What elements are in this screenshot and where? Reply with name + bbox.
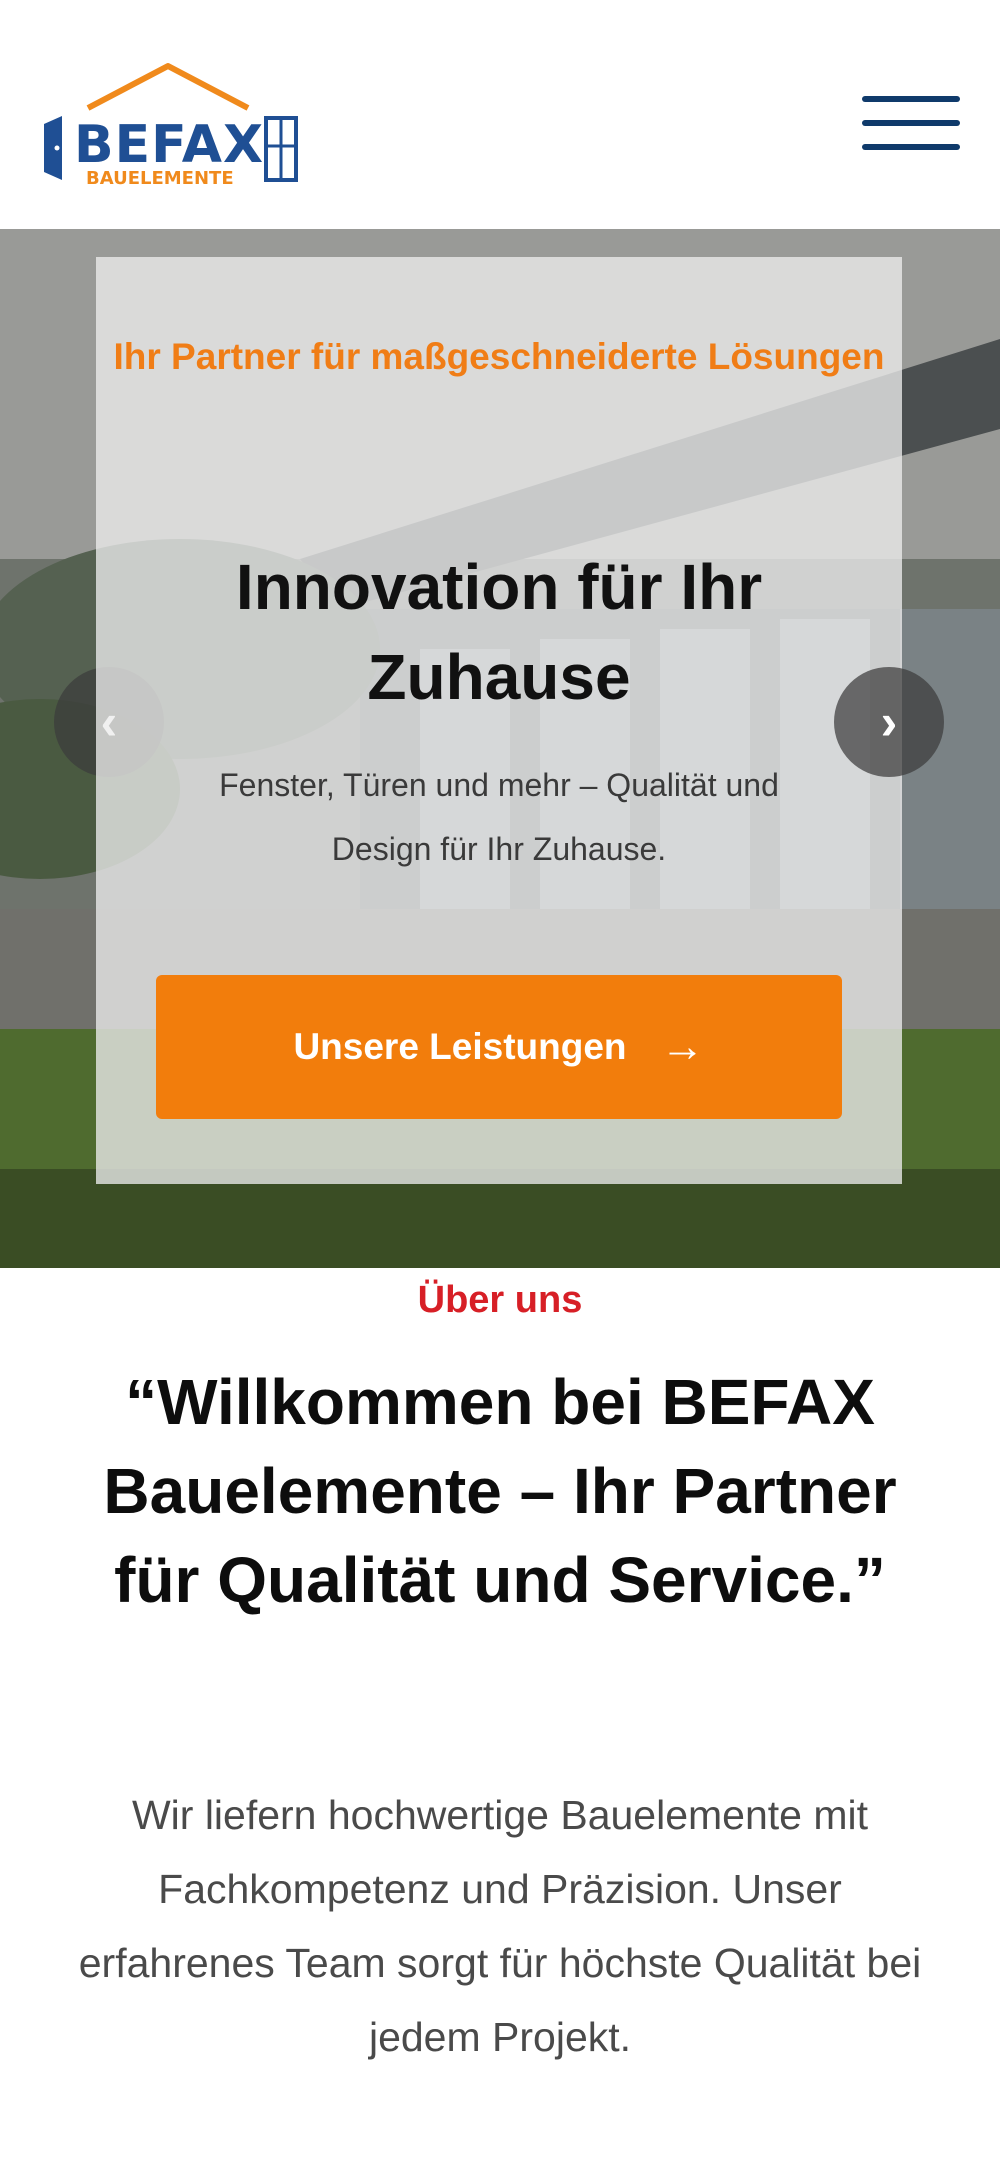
about-title: “Willkommen bei BEFAX Bauelemente – Ihr … [103,1366,897,1616]
hero-subtitle: Fenster, Türen und mehr – Qualität und D… [219,767,779,867]
services-button[interactable]: Unsere Leistungen → [156,975,842,1119]
hero-title: Innovation für Ihr Zuhause [235,551,763,713]
services-button-label: Unsere Leistungen [293,1026,627,1067]
hero-content-panel: Ihr Partner für maßgeschneiderte Lösunge… [96,257,902,1184]
site-header: BEFAX BAUELEMENTE [0,0,1000,229]
chevron-right-icon[interactable]: › [834,667,944,777]
befax-logo[interactable]: BEFAX BAUELEMENTE [40,62,300,186]
svg-text:BEFAX: BEFAX [74,115,264,175]
svg-text:BAUELEMENTE: BAUELEMENTE [86,168,234,186]
about-description: Wir liefern hochwertige Bauelemente mit … [78,1792,922,2060]
about-section-label: Über uns [417,1279,583,1321]
hero-tagline: Ihr Partner für maßgeschneiderte Lösunge… [113,336,885,377]
hamburger-icon[interactable] [862,92,960,154]
hero-slider: ‹ Ihr Partner für maßgeschneiderte Lösun… [0,229,1000,1268]
arrow-right-icon: → [660,1022,705,1071]
